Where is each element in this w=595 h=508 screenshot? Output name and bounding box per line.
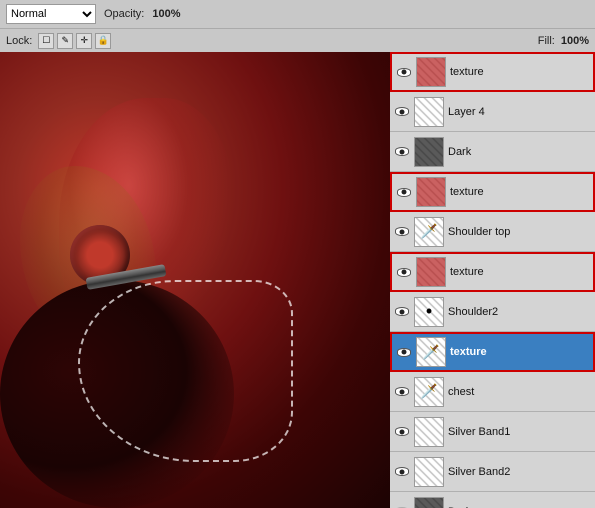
layer-item[interactable]: Silver Band1 bbox=[390, 412, 595, 452]
layer-item[interactable]: Dark bbox=[390, 492, 595, 508]
layer-name: texture bbox=[450, 346, 589, 358]
layer-thumbnail bbox=[414, 97, 444, 127]
layer-thumbnail: 🗡️ bbox=[414, 377, 444, 407]
eye-visibility-icon[interactable] bbox=[394, 304, 410, 320]
layer-item[interactable]: texture bbox=[390, 172, 595, 212]
main-area: texture Layer 4 Dark bbox=[0, 52, 595, 508]
layer-thumbnail bbox=[414, 417, 444, 447]
layer-name: Shoulder top bbox=[448, 226, 591, 238]
layer-item[interactable]: texture bbox=[390, 52, 595, 92]
eye-visibility-icon[interactable] bbox=[394, 424, 410, 440]
layer-thumbnail: • bbox=[414, 297, 444, 327]
layer-item[interactable]: 🗡️ Shoulder top bbox=[390, 212, 595, 252]
layer-thumbnail: 🗡️ bbox=[416, 337, 446, 367]
layer-item[interactable]: Dark bbox=[390, 132, 595, 172]
lock-icons-group: ☐ ✎ ✛ 🔒 bbox=[38, 33, 111, 49]
lock-transparent-icon[interactable]: ☐ bbox=[38, 33, 54, 49]
layer-thumbnail bbox=[414, 497, 444, 508]
layer-thumbnail bbox=[416, 57, 446, 87]
layer-item[interactable]: • Shoulder2 bbox=[390, 292, 595, 332]
eye-visibility-icon[interactable] bbox=[396, 64, 412, 80]
layer-thumbnail bbox=[416, 257, 446, 287]
layer-name: texture bbox=[450, 66, 589, 78]
layer-thumbnail bbox=[416, 177, 446, 207]
lock-brush-icon[interactable]: ✎ bbox=[57, 33, 73, 49]
layer-name: Shoulder2 bbox=[448, 306, 591, 318]
fill-value: 100% bbox=[561, 35, 589, 47]
layer-item[interactable]: 🗡️ texture bbox=[390, 332, 595, 372]
eye-visibility-icon[interactable] bbox=[396, 184, 412, 200]
layer-item[interactable]: texture bbox=[390, 252, 595, 292]
blend-opacity-toolbar: Normal Multiply Screen Opacity: 100% bbox=[0, 0, 595, 28]
eye-visibility-icon[interactable] bbox=[394, 504, 410, 508]
layer-name: chest bbox=[448, 386, 591, 398]
layer-name: texture bbox=[450, 266, 589, 278]
layers-panel: texture Layer 4 Dark bbox=[390, 52, 595, 508]
layer-item[interactable]: Silver Band2 bbox=[390, 452, 595, 492]
canvas-area bbox=[0, 52, 390, 508]
layer-thumbnail: 🗡️ bbox=[414, 217, 444, 247]
fill-label: Fill: bbox=[538, 35, 555, 47]
eye-visibility-icon[interactable] bbox=[396, 264, 412, 280]
eye-visibility-icon[interactable] bbox=[394, 464, 410, 480]
blend-mode-select[interactable]: Normal Multiply Screen bbox=[6, 4, 96, 24]
eye-visibility-icon[interactable] bbox=[396, 344, 412, 360]
layer-thumbnail bbox=[414, 137, 444, 167]
lock-all-icon[interactable]: 🔒 bbox=[95, 33, 111, 49]
eye-visibility-icon[interactable] bbox=[394, 224, 410, 240]
eye-visibility-icon[interactable] bbox=[394, 104, 410, 120]
layer-name: Silver Band2 bbox=[448, 466, 591, 478]
lock-label: Lock: bbox=[6, 35, 32, 47]
layer-name: texture bbox=[450, 186, 589, 198]
opacity-value: 100% bbox=[152, 8, 180, 20]
eye-visibility-icon[interactable] bbox=[394, 384, 410, 400]
layer-thumbnail bbox=[414, 457, 444, 487]
opacity-label: Opacity: bbox=[104, 8, 144, 20]
layers-scroll-area[interactable]: texture Layer 4 Dark bbox=[390, 52, 595, 508]
lock-position-icon[interactable]: ✛ bbox=[76, 33, 92, 49]
layer-name: Dark bbox=[448, 146, 591, 158]
layer-name: Silver Band1 bbox=[448, 426, 591, 438]
lock-fill-toolbar: Lock: ☐ ✎ ✛ 🔒 Fill: 100% bbox=[0, 28, 595, 52]
layer-item[interactable]: Layer 4 bbox=[390, 92, 595, 132]
layer-name: Layer 4 bbox=[448, 106, 591, 118]
canvas-image bbox=[0, 52, 390, 508]
layer-item[interactable]: 🗡️ chest bbox=[390, 372, 595, 412]
eye-visibility-icon[interactable] bbox=[394, 144, 410, 160]
